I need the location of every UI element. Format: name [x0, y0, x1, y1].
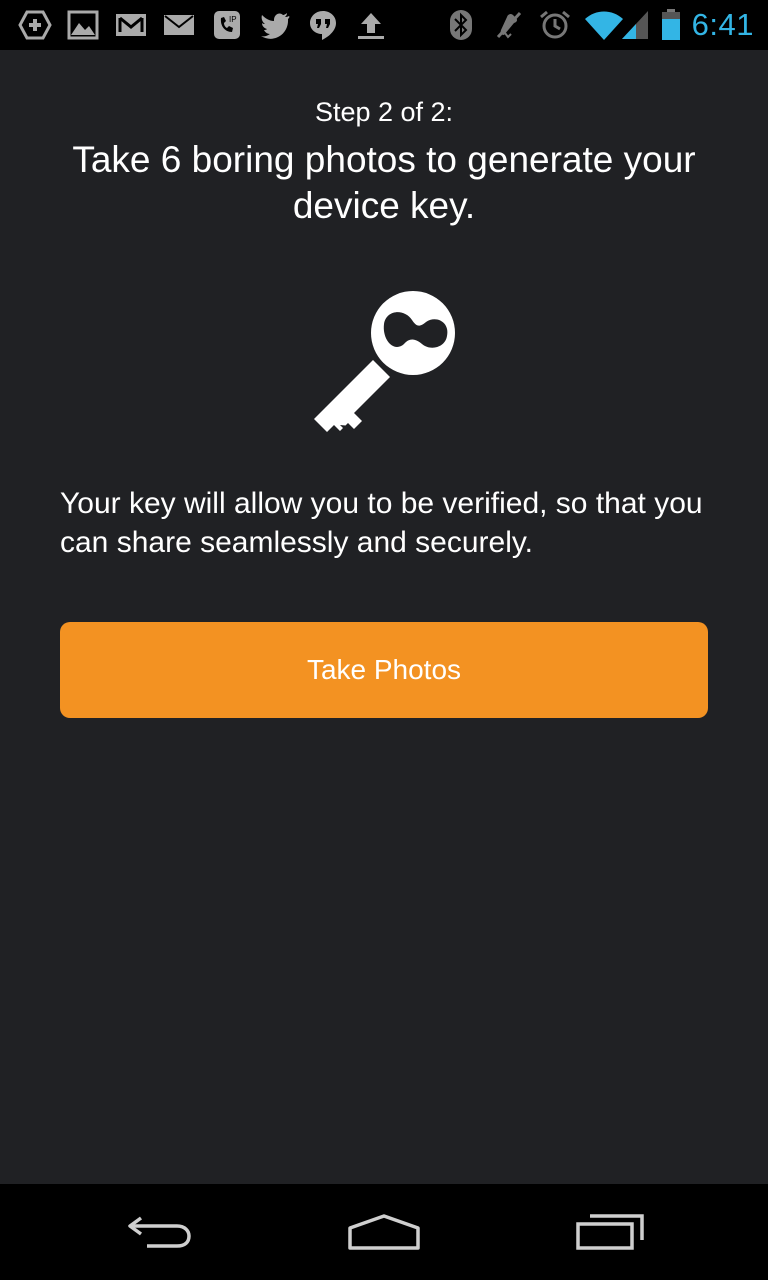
alarm-icon — [538, 9, 572, 41]
gallery-icon — [66, 9, 100, 41]
step-label: Step 2 of 2: — [314, 97, 454, 127]
mute-icon — [492, 9, 526, 41]
battery-icon — [660, 9, 682, 41]
take-photos-button[interactable]: Take Photos — [60, 622, 708, 718]
status-bar: IP 6:41 — [0, 0, 768, 50]
wifi-icon — [584, 9, 624, 41]
back-icon — [128, 1216, 191, 1248]
bluetooth-icon — [444, 9, 478, 41]
page-title: Take 6 boring photos to generate your de… — [72, 139, 696, 226]
home-icon — [348, 1214, 420, 1250]
upload-icon — [354, 9, 388, 41]
svg-text:IP: IP — [229, 15, 237, 24]
email-icon — [162, 9, 196, 41]
status-clock: 6:41 — [691, 7, 754, 42]
twitter-icon — [258, 9, 292, 41]
voip-icon: IP — [210, 9, 244, 41]
home-button[interactable] — [324, 1202, 444, 1262]
description-text: Your key will allow you to be verified, … — [60, 487, 703, 559]
hangouts-icon — [306, 9, 340, 41]
back-button[interactable] — [100, 1202, 220, 1262]
recent-apps-icon — [576, 1214, 644, 1250]
key-icon — [306, 290, 462, 446]
add-icon — [18, 9, 52, 41]
signal-icon — [620, 9, 650, 41]
screen: IP 6:41 Step 2 of 2: Take 6 boring photo… — [0, 0, 768, 1280]
nav-bar — [0, 1184, 768, 1280]
gmail-icon — [114, 9, 148, 41]
recent-apps-button[interactable] — [550, 1202, 670, 1262]
